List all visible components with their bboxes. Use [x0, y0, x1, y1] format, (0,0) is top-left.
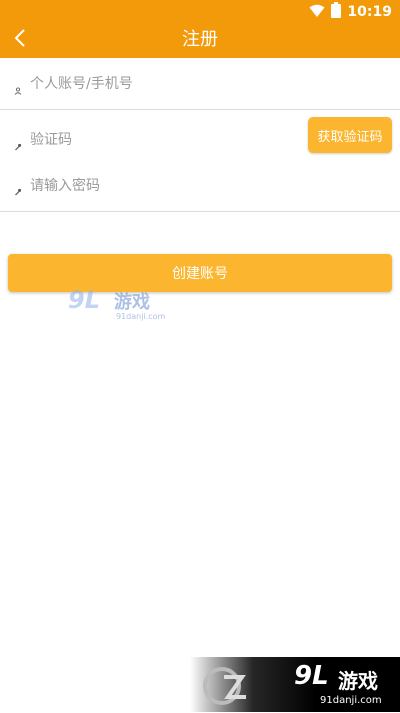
watermark-bottom: 9L 游戏 91danji.com — [190, 657, 400, 712]
wifi-icon — [309, 3, 325, 22]
account-field — [0, 58, 400, 109]
watermark-brand-num: 9L — [68, 286, 100, 314]
user-icon — [14, 80, 22, 95]
password-field — [0, 165, 400, 211]
status-right: 10:19 — [309, 2, 392, 22]
password-input[interactable] — [30, 175, 380, 197]
app-bar: 注册 — [0, 22, 400, 58]
watermark-domain: 91danji.com — [320, 695, 382, 706]
watermark-brand-cn: 游戏 — [114, 292, 150, 313]
create-account-button[interactable]: 创建账号 — [8, 254, 392, 292]
watermark-center: 9L 游戏 91danji.com — [68, 286, 168, 326]
get-code-button[interactable]: 获取验证码 — [308, 117, 392, 153]
account-input[interactable] — [30, 73, 380, 95]
watermark-brand-num: 9L — [294, 661, 329, 691]
divider — [0, 211, 400, 212]
lock-icon — [14, 181, 22, 196]
status-bar: 10:19 — [0, 0, 400, 22]
watermark-brand-cn: 游戏 — [338, 669, 378, 693]
status-time: 10:19 — [347, 4, 392, 20]
page-title: 注册 — [182, 29, 218, 50]
key-icon — [14, 136, 22, 151]
watermark-logo-icon — [202, 663, 258, 709]
watermark-domain: 91danji.com — [116, 312, 166, 321]
battery-icon — [331, 2, 342, 22]
code-input[interactable] — [30, 129, 290, 151]
